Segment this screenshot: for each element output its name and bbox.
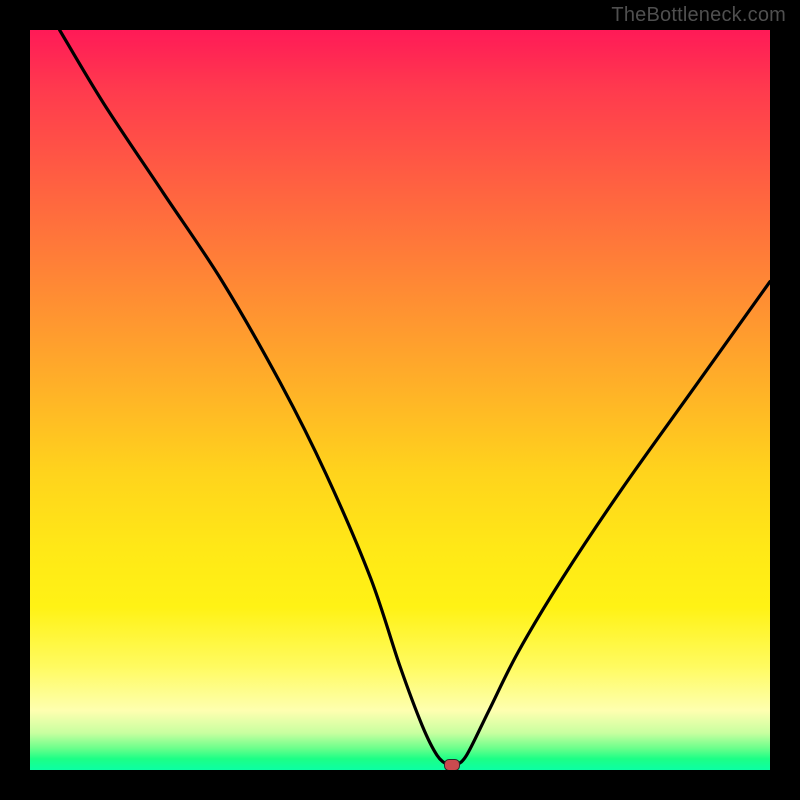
chart-frame: TheBottleneck.com	[0, 0, 800, 800]
plot-area	[30, 30, 770, 770]
minimum-marker	[444, 759, 460, 770]
watermark-text: TheBottleneck.com	[611, 4, 786, 27]
curve-layer	[30, 30, 770, 770]
bottleneck-curve	[60, 30, 770, 766]
